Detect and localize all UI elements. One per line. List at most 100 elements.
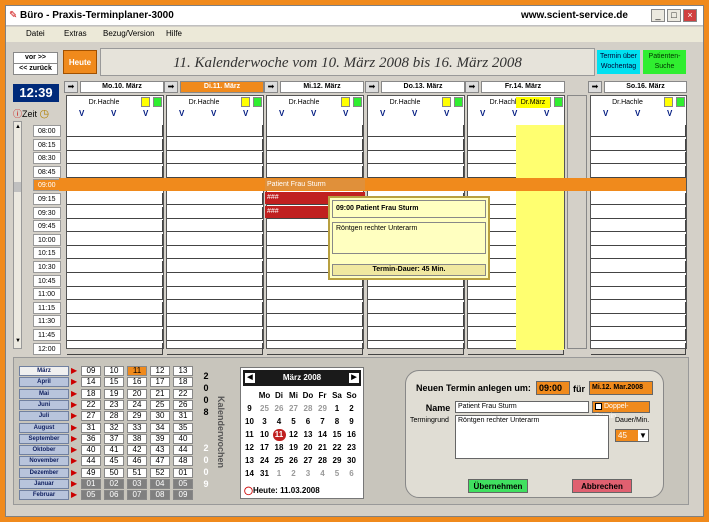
day-cell[interactable]: 8: [331, 416, 344, 428]
day-cell[interactable]: 3: [302, 468, 315, 480]
day-cell[interactable]: 17: [258, 442, 271, 454]
week-number-cell[interactable]: 38: [127, 433, 147, 444]
time-slot[interactable]: [167, 315, 263, 328]
day-select-arrow[interactable]: ➡: [465, 81, 479, 93]
time-slot[interactable]: [267, 288, 363, 301]
time-slot[interactable]: [591, 138, 686, 151]
today-label[interactable]: ◯Heute: 11.03.2008: [244, 486, 320, 495]
time-slot[interactable]: [67, 138, 163, 151]
day-cell[interactable]: 25: [273, 455, 286, 467]
time-slot[interactable]: [67, 261, 163, 273]
day-cell[interactable]: 28: [302, 403, 315, 415]
time-slot[interactable]: [67, 206, 163, 219]
time-slot[interactable]: [368, 138, 464, 151]
maximize-button[interactable]: □: [667, 9, 681, 22]
time-slot[interactable]: [167, 261, 263, 273]
week-number-cell[interactable]: 14: [81, 377, 101, 388]
week-number-cell[interactable]: 22: [81, 399, 101, 410]
week-number-cell[interactable]: 27: [81, 411, 101, 422]
appointment-date-field[interactable]: Mi.12. Mar.2008: [589, 381, 653, 395]
time-slot[interactable]: [591, 165, 686, 178]
week-number-cell[interactable]: 40: [173, 433, 193, 444]
week-number-cell[interactable]: 42: [127, 445, 147, 456]
month-button[interactable]: November: [19, 456, 69, 467]
week-number-cell[interactable]: 52: [150, 467, 170, 478]
day-cell[interactable]: 5: [331, 468, 344, 480]
week-number-cell[interactable]: 05: [173, 479, 193, 489]
prev-week-button[interactable]: << zurück: [13, 63, 58, 75]
day-cell[interactable]: 15: [331, 429, 344, 441]
next-doctor-button[interactable]: [353, 97, 362, 107]
week-number-cell[interactable]: 10: [104, 366, 124, 376]
time-slot[interactable]: [167, 247, 263, 260]
week-number-cell[interactable]: 44: [81, 456, 101, 467]
time-slot[interactable]: [591, 301, 686, 314]
time-slot[interactable]: [67, 165, 163, 178]
next-doctor-button[interactable]: [454, 97, 463, 107]
month-button[interactable]: März: [19, 366, 69, 376]
day-cell[interactable]: 6: [345, 468, 358, 480]
week-number-cell[interactable]: 13: [173, 366, 193, 376]
day-select-arrow[interactable]: ➡: [264, 81, 278, 93]
prev-doctor-button[interactable]: [341, 97, 350, 107]
day-cell[interactable]: 12: [287, 429, 300, 441]
time-slot[interactable]: [267, 329, 363, 341]
month-button[interactable]: April: [19, 377, 69, 388]
week-number-cell[interactable]: 33: [127, 422, 147, 433]
duration-select[interactable]: 45 ▼: [615, 429, 649, 442]
week-number-cell[interactable]: 21: [150, 388, 170, 399]
prev-doctor-button[interactable]: [442, 97, 451, 107]
month-button[interactable]: September: [19, 433, 69, 444]
time-slot[interactable]: [167, 288, 263, 301]
time-slot[interactable]: [591, 220, 686, 233]
week-number-cell[interactable]: 31: [173, 411, 193, 422]
day-header[interactable]: Mo.10. März: [80, 81, 164, 93]
week-number-cell[interactable]: 34: [150, 422, 170, 433]
month-button[interactable]: Mai: [19, 388, 69, 399]
time-slot[interactable]: [591, 342, 686, 355]
week-number-cell[interactable]: 36: [81, 433, 101, 444]
time-slot[interactable]: [368, 315, 464, 328]
accept-button[interactable]: Übernehmen: [468, 479, 528, 493]
v-marker[interactable]: V: [343, 109, 348, 121]
prev-month-button[interactable]: ◀: [245, 373, 255, 383]
menu-bezug[interactable]: Bezug/Version: [103, 29, 155, 38]
day-cell[interactable]: 23: [345, 442, 358, 454]
minimize-button[interactable]: _: [651, 9, 665, 22]
month-button[interactable]: Dezember: [19, 467, 69, 478]
week-number-cell[interactable]: 17: [150, 377, 170, 388]
week-number-cell[interactable]: 22: [173, 388, 193, 399]
time-slot[interactable]: [267, 342, 363, 355]
time-slot[interactable]: [368, 301, 464, 314]
week-number-cell[interactable]: 11: [127, 366, 147, 376]
time-slot[interactable]: [67, 220, 163, 233]
day-cell[interactable]: 16: [345, 429, 358, 441]
time-slot[interactable]: [67, 301, 163, 314]
time-slot[interactable]: [591, 261, 686, 273]
week-number-cell[interactable]: 43: [150, 445, 170, 456]
week-number-cell[interactable]: 07: [127, 490, 147, 501]
day-cell[interactable]: 18: [273, 442, 286, 454]
week-number-cell[interactable]: 46: [127, 456, 147, 467]
week-number-cell[interactable]: 19: [104, 388, 124, 399]
time-slot[interactable]: [167, 138, 263, 151]
v-marker[interactable]: V: [412, 109, 417, 121]
day-select-arrow[interactable]: ➡: [164, 81, 178, 93]
day-cell[interactable]: 19: [287, 442, 300, 454]
appointment-time-field[interactable]: 09:00: [536, 381, 570, 395]
time-slot[interactable]: [591, 288, 686, 301]
day-cell[interactable]: 28: [316, 455, 329, 467]
day-cell[interactable]: 4: [316, 468, 329, 480]
time-slot[interactable]: [67, 274, 163, 287]
month-button[interactable]: Juni: [19, 399, 69, 410]
day-header[interactable]: Do.13. März: [381, 81, 465, 93]
day-cell[interactable]: 27: [287, 403, 300, 415]
week-number-cell[interactable]: 04: [150, 479, 170, 489]
week-number-cell[interactable]: 15: [104, 377, 124, 388]
time-slot[interactable]: [368, 125, 464, 137]
time-slot[interactable]: [591, 206, 686, 219]
week-number-cell[interactable]: 50: [104, 467, 124, 478]
next-doctor-button[interactable]: [554, 97, 563, 107]
next-doctor-button[interactable]: [153, 97, 162, 107]
week-number-cell[interactable]: 35: [173, 422, 193, 433]
